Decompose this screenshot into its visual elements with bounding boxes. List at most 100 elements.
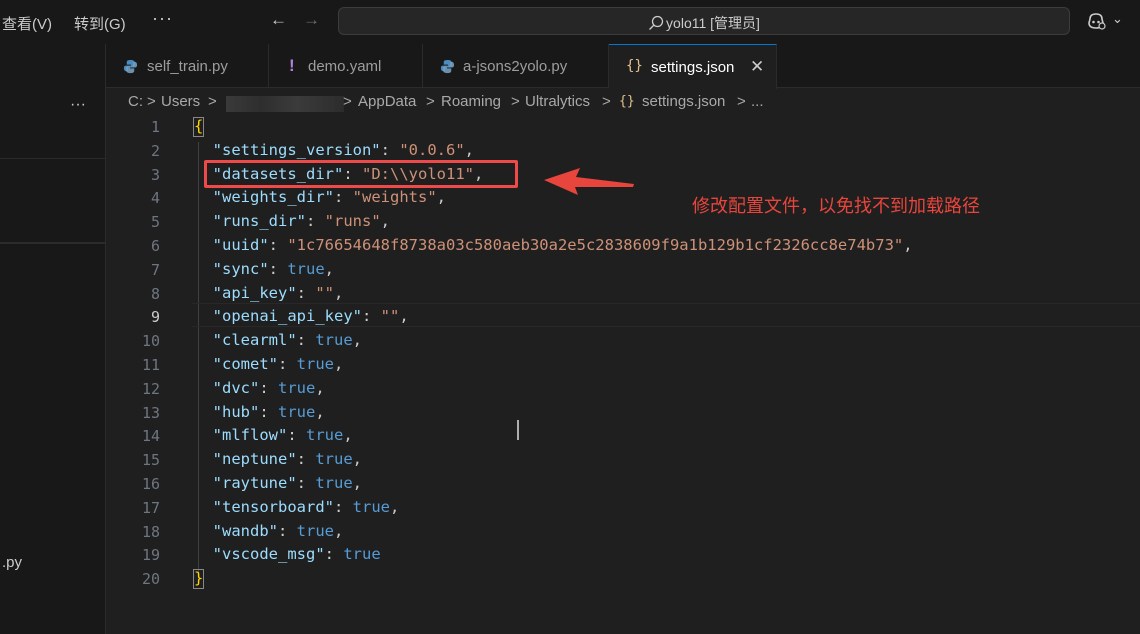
line-number: 16 — [141, 475, 160, 493]
line-number: 19 — [141, 546, 160, 564]
json-key: "settings_version" — [212, 141, 381, 159]
code-line[interactable]: "hub": true, — [194, 403, 325, 421]
json-key: "weights_dir" — [212, 188, 334, 206]
json-colon: : — [324, 545, 344, 563]
menu-view[interactable]: 查看(V) — [2, 13, 52, 34]
json-colon: : — [278, 355, 297, 373]
line-number: 9 — [150, 308, 160, 326]
json-colon: : — [296, 331, 316, 349]
breadcrumb-item[interactable]: Users — [161, 93, 200, 110]
code-line[interactable]: "settings_version": "0.0.6", — [194, 141, 474, 159]
breadcrumb-item[interactable]: Roaming — [441, 93, 501, 110]
code-line[interactable]: "neptune": true, — [194, 450, 362, 468]
code-line[interactable]: "runs_dir": "runs", — [194, 212, 390, 230]
json-value: "1c76654648f8738a03c580aeb30a2e5c2838609… — [287, 236, 904, 254]
breadcrumb-item[interactable]: Ultralytics — [525, 93, 590, 110]
json-value: "" — [380, 307, 400, 325]
breadcrumb-separator: > — [208, 93, 217, 110]
json-braces-icon: {} — [619, 94, 635, 109]
code-line[interactable]: "wandb": true, — [194, 522, 344, 540]
line-number: 7 — [150, 261, 160, 279]
json-comma: , — [390, 498, 400, 516]
menu-goto[interactable]: 转到(G) — [74, 13, 126, 34]
title-bar: 查看(V) 转到(G) ··· ← → yolo11 [管理员] ⌄ — [0, 0, 1140, 44]
explorer-more-icon[interactable]: ··· — [70, 96, 86, 114]
json-key: "comet" — [212, 355, 278, 373]
tab-label: a-jsons2yolo.py — [463, 58, 568, 75]
json-comma: , — [315, 403, 325, 421]
code-line[interactable]: "api_key": "", — [194, 284, 344, 302]
line-number: 6 — [150, 237, 160, 255]
annotation-text: 修改配置文件，以免找不到加载路径 — [692, 196, 980, 216]
code-line[interactable]: "mlflow": true, — [194, 426, 353, 444]
json-value: true — [287, 260, 325, 278]
line-number: 13 — [141, 404, 160, 422]
json-comma: , — [343, 426, 353, 444]
sidebar-file-item[interactable]: .py — [2, 554, 22, 571]
json-comma: , — [903, 236, 913, 254]
json-braces-icon: {} — [626, 58, 643, 74]
breadcrumb-separator: > — [147, 93, 156, 110]
json-value: true — [278, 403, 316, 421]
code-line[interactable]: "sync": true, — [194, 260, 334, 278]
code-line[interactable]: "openai_api_key": "", — [194, 307, 409, 325]
code-line[interactable]: "comet": true, — [194, 355, 344, 373]
chevron-down-icon[interactable]: ⌄ — [1112, 11, 1123, 27]
code-line[interactable]: "dvc": true, — [194, 379, 325, 397]
line-number: 20 — [141, 570, 160, 588]
json-key: "raytune" — [212, 474, 297, 492]
breadcrumb-item[interactable]: ... — [751, 93, 764, 110]
tab-a-jsons2yolo[interactable]: a-jsons2yolo.py — [423, 44, 609, 88]
breadcrumb-item[interactable]: AppData — [358, 93, 416, 110]
json-colon: : — [278, 522, 297, 540]
code-line[interactable]: { — [194, 117, 203, 135]
json-key: "sync" — [212, 260, 269, 278]
highlight-box — [204, 160, 518, 188]
json-key: "runs_dir" — [212, 212, 306, 230]
json-comma: , — [315, 379, 325, 397]
json-colon: : — [296, 474, 316, 492]
line-number: 11 — [141, 356, 160, 374]
json-brace: } — [194, 569, 204, 587]
json-comma: , — [324, 260, 335, 278]
code-line[interactable]: "weights_dir": "weights", — [194, 188, 446, 206]
line-number: 10 — [141, 332, 160, 350]
breadcrumb-separator: > — [343, 93, 352, 110]
json-value: true — [352, 498, 390, 516]
line-number: 2 — [150, 142, 160, 160]
line-number: 1 — [150, 118, 160, 136]
code-line[interactable]: "vscode_msg": true — [194, 545, 381, 563]
code-line[interactable]: "raytune": true, — [194, 474, 362, 492]
breadcrumb-item[interactable]: C: — [128, 93, 143, 110]
json-comma: , — [399, 307, 409, 325]
command-center-search[interactable]: yolo11 [管理员] — [338, 7, 1070, 35]
tab-settings-json[interactable]: {} settings.json ✕ — [609, 44, 777, 89]
search-icon — [649, 15, 664, 30]
line-number: 12 — [141, 380, 160, 398]
sidebar-divider — [0, 242, 106, 244]
menu-more-icon[interactable]: ··· — [152, 8, 173, 29]
copilot-icon[interactable] — [1086, 11, 1106, 31]
tab-self-train[interactable]: self_train.py — [106, 44, 269, 88]
red-arrow-icon — [544, 168, 634, 195]
json-colon: : — [306, 212, 325, 230]
forward-arrow-icon[interactable]: → — [303, 10, 320, 30]
close-icon[interactable]: ✕ — [750, 57, 764, 77]
code-line[interactable]: } — [194, 569, 203, 587]
json-comma: , — [380, 212, 391, 230]
json-brace: { — [194, 117, 204, 135]
breadcrumb-item[interactable]: settings.json — [642, 93, 725, 110]
code-line[interactable]: "uuid": "1c76654648f8738a03c580aeb30a2e5… — [194, 236, 913, 254]
json-comma: , — [464, 141, 474, 159]
line-number: 17 — [141, 499, 160, 517]
json-comma: , — [436, 188, 447, 206]
tab-demo-yaml[interactable]: ! demo.yaml — [269, 44, 423, 88]
code-line[interactable]: "clearml": true, — [194, 331, 362, 349]
json-comma: , — [334, 284, 344, 302]
json-value: true — [306, 426, 344, 444]
back-arrow-icon[interactable]: ← — [270, 10, 287, 30]
code-line[interactable]: "tensorboard": true, — [194, 498, 400, 516]
json-value: "weights" — [352, 188, 437, 206]
breadcrumb-separator: > — [511, 93, 520, 110]
line-number: 18 — [141, 523, 160, 541]
